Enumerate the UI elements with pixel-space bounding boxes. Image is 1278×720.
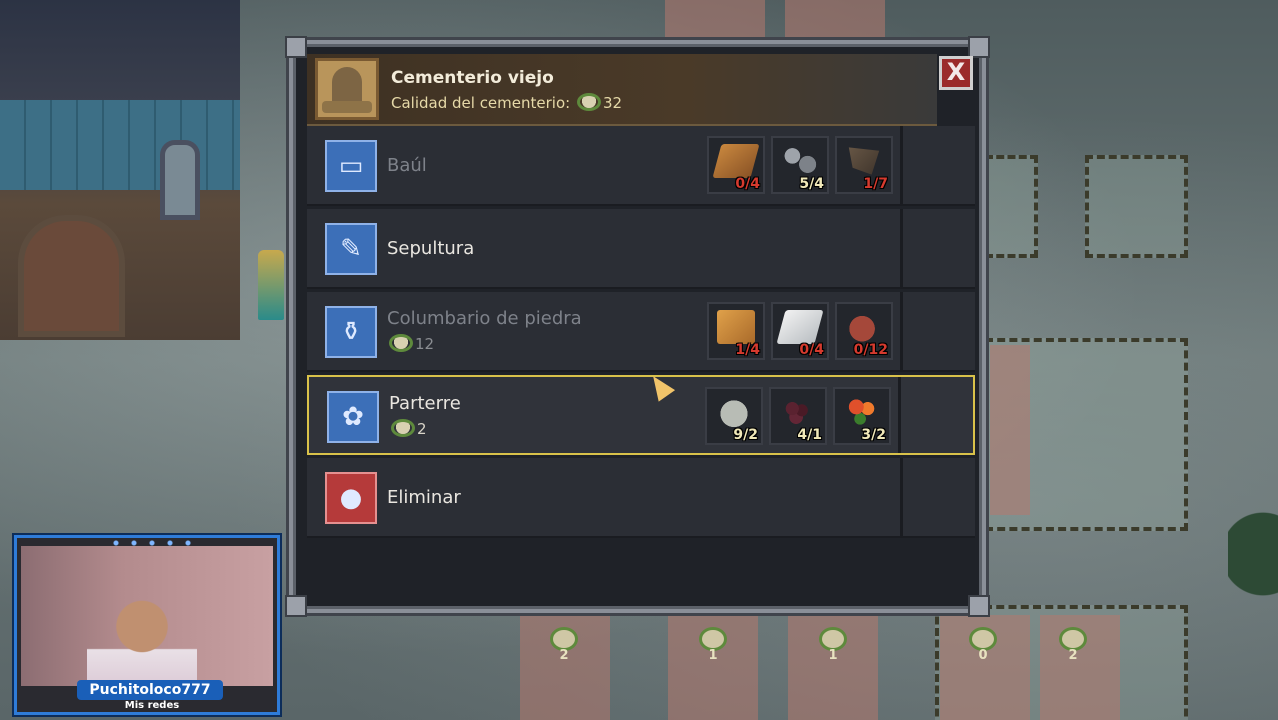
option-quality: 2 xyxy=(389,419,427,438)
material-count: 0/4 xyxy=(799,342,824,358)
flowerbed-blueprint-icon: ✿ xyxy=(327,391,379,443)
materials-list: 1/4 0/4 0/12 xyxy=(707,302,893,360)
material-slot[interactable]: 0/4 xyxy=(771,302,829,360)
close-button[interactable]: X xyxy=(939,56,973,90)
material-slot[interactable]: 1/4 xyxy=(707,302,765,360)
social-link[interactable]: Mis redes xyxy=(107,700,197,711)
build-option-eliminar[interactable]: ● Eliminar xyxy=(307,458,975,538)
material-slot[interactable]: 3/2 xyxy=(833,387,891,445)
clay-vase-icon xyxy=(845,310,883,344)
material-count: 1/7 xyxy=(863,176,888,192)
skull-quality-icon xyxy=(576,93,601,111)
urn-blueprint-icon: ⚱ xyxy=(325,306,377,358)
material-slot[interactable]: 1/7 xyxy=(835,136,893,194)
grave-quality-marker[interactable]: 2 xyxy=(546,630,582,663)
material-count: 4/1 xyxy=(797,427,822,443)
frame-corner xyxy=(968,36,990,58)
wrecking-ball-icon: ● xyxy=(325,472,377,524)
material-count: 9/2 xyxy=(733,427,758,443)
material-slot[interactable]: 0/4 xyxy=(707,136,765,194)
option-name: Eliminar xyxy=(387,487,461,508)
grave-tile xyxy=(990,345,1030,515)
church-window xyxy=(160,140,200,220)
option-name: Baúl xyxy=(387,155,427,176)
church-building xyxy=(0,0,240,340)
frame-corner xyxy=(285,595,307,617)
materials-list: 0/4 5/4 1/7 xyxy=(707,136,893,194)
build-option-baul[interactable]: ▭ Baúl 0/4 5/4 1/7 xyxy=(307,126,975,206)
iron-hinge-icon xyxy=(848,147,880,175)
skull-quality-icon xyxy=(391,419,415,437)
graveyard-icon xyxy=(315,58,379,120)
grave-plot xyxy=(1085,155,1188,258)
stone-icon xyxy=(715,395,753,429)
flower-icon xyxy=(843,395,881,429)
skull-icon xyxy=(822,630,844,648)
material-slot[interactable]: 9/2 xyxy=(705,387,763,445)
build-option-columbario[interactable]: ⚱ Columbario de piedra 12 1/4 0/4 0/12 xyxy=(307,292,975,372)
grave-quality-marker[interactable]: 1 xyxy=(815,630,851,663)
grave-quality-marker[interactable]: 0 xyxy=(965,630,1001,663)
grave-blueprint-icon: ✎ xyxy=(325,223,377,275)
material-count: 5/4 xyxy=(799,176,824,192)
tree xyxy=(1228,490,1278,650)
build-option-sepultura[interactable]: ✎ Sepultura xyxy=(307,209,975,289)
option-name: Parterre xyxy=(389,393,461,414)
grave-tile xyxy=(785,0,885,40)
skull-icon xyxy=(553,630,575,648)
material-slot[interactable]: 4/1 xyxy=(769,387,827,445)
grave-tile xyxy=(665,0,765,40)
skull-quality-icon xyxy=(389,334,413,352)
streamer-username: Puchitoloco777 xyxy=(77,680,223,700)
option-quality: 12 xyxy=(387,334,434,353)
skull-icon xyxy=(702,630,724,648)
berries-icon xyxy=(779,395,817,429)
grave-quality-marker[interactable]: 2 xyxy=(1055,630,1091,663)
webcam-overlay: Puchitoloco777 Mis redes xyxy=(14,535,280,715)
roof-tiles xyxy=(0,100,240,190)
grave-plot xyxy=(985,155,1038,258)
option-name: Columbario de piedra xyxy=(387,308,582,329)
grave-quality-marker[interactable]: 1 xyxy=(695,630,731,663)
frame-corner xyxy=(285,36,307,58)
option-name: Sepultura xyxy=(387,238,475,259)
material-slot[interactable]: 5/4 xyxy=(771,136,829,194)
material-slot[interactable]: 0/12 xyxy=(835,302,893,360)
graveyard-quality: Calidad del cementerio: 32 xyxy=(391,93,622,112)
material-count: 1/4 xyxy=(735,342,760,358)
chest-blueprint-icon: ▭ xyxy=(325,140,377,192)
wood-plank-icon xyxy=(717,310,755,344)
dialog-header: Cementerio viejo Calidad del cementerio:… xyxy=(307,54,937,127)
material-count: 0/12 xyxy=(853,342,888,358)
build-menu-dialog: Cementerio viejo Calidad del cementerio:… xyxy=(285,36,990,617)
skull-icon xyxy=(1062,630,1084,648)
material-count: 0/4 xyxy=(735,176,760,192)
build-option-parterre[interactable]: ✿ Parterre 2 9/2 4/1 3/2 xyxy=(307,375,975,455)
material-count: 3/2 xyxy=(861,427,886,443)
quality-label: Calidad del cementerio: xyxy=(391,94,571,112)
quality-value: 32 xyxy=(602,94,623,112)
skull-icon xyxy=(972,630,994,648)
frame-corner xyxy=(968,595,990,617)
statue xyxy=(258,250,284,320)
dialog-title: Cementerio viejo xyxy=(391,68,554,88)
nails-icon xyxy=(781,144,819,178)
church-door xyxy=(18,215,125,337)
materials-list: 9/2 4/1 3/2 xyxy=(705,387,891,445)
marble-icon xyxy=(776,310,824,344)
wood-plank-icon xyxy=(712,144,760,178)
